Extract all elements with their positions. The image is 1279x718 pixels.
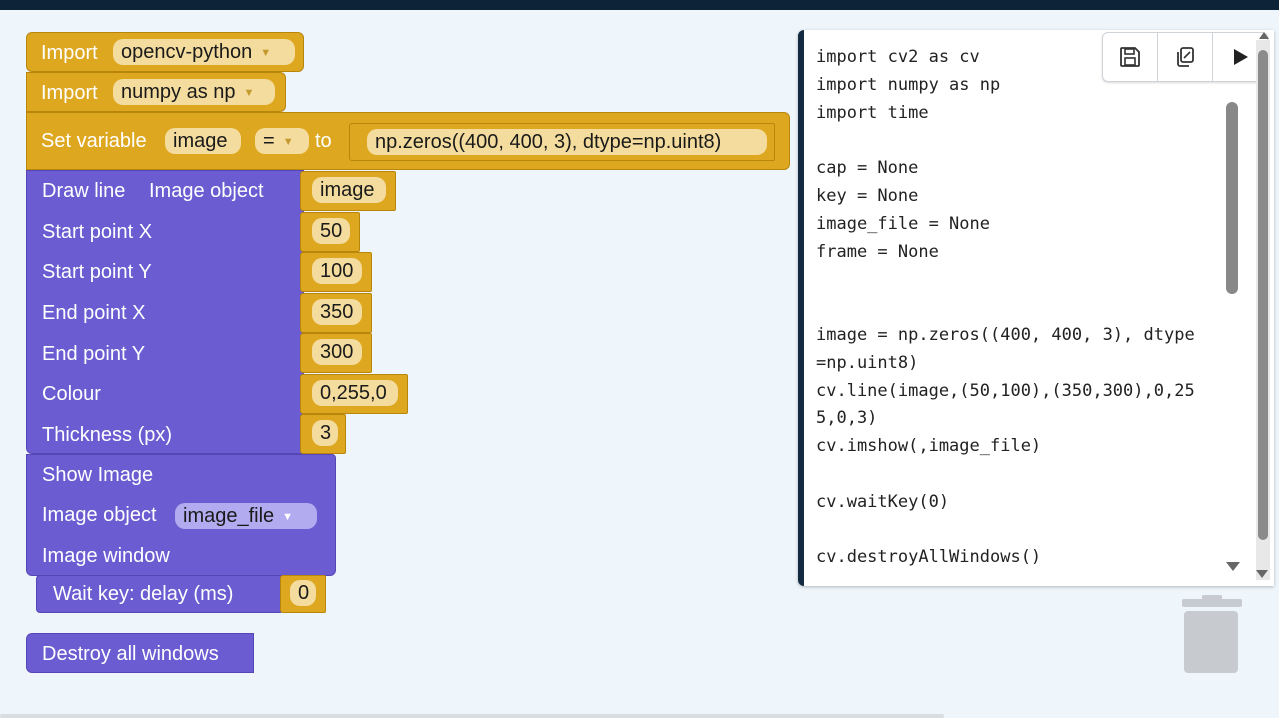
draw-line-block[interactable]: Draw line Image object Start point X Sta… (26, 170, 304, 454)
end-y-label: End point Y (42, 343, 146, 365)
thickness-field[interactable]: 3 (312, 420, 338, 446)
top-bar (0, 0, 1279, 10)
variable-name-field[interactable]: image (165, 128, 241, 154)
thickness-label: Thickness (px) (42, 424, 173, 446)
panel-scroll-down-icon[interactable] (1256, 570, 1268, 578)
dropdown-arrow-icon: ▼ (282, 136, 294, 148)
destroy-windows-block[interactable]: Destroy all windows (26, 633, 254, 673)
start-y-field[interactable]: 100 (312, 258, 362, 284)
start-x-label: Start point X (42, 221, 153, 243)
expression-field[interactable]: np.zeros((400, 400, 3), dtype=np.uint8) (367, 129, 767, 155)
start-x-field[interactable]: 50 (312, 218, 350, 244)
blockly-workspace[interactable]: Import opencv-python ▼ Import numpy as np… (0, 10, 1279, 718)
wait-key-label: Wait key: delay (ms) (53, 583, 234, 605)
colour-label: Colour (42, 383, 101, 405)
copy-button[interactable] (1158, 33, 1213, 81)
code-toolbar (1102, 32, 1268, 82)
import-label: Import (41, 42, 98, 64)
show-image-title: Show Image (42, 464, 154, 486)
end-x-label: End point X (42, 302, 146, 324)
set-variable-block[interactable]: Set variable image = ▼ to np.zeros((400, … (26, 112, 790, 170)
destroy-windows-label: Destroy all windows (42, 643, 219, 665)
dropdown-arrow-icon: ▼ (260, 47, 272, 59)
dropdown-arrow-icon: ▼ (243, 87, 255, 99)
image-object-dropdown[interactable]: image_file ▼ (175, 503, 317, 529)
generated-code: import cv2 as cv import numpy as np impo… (816, 47, 1195, 568)
start-y-label: Start point Y (42, 261, 152, 283)
panel-scroll-up-icon[interactable] (1259, 32, 1269, 39)
to-label: to (315, 130, 332, 152)
import-block-opencv[interactable]: Import opencv-python ▼ (26, 32, 304, 72)
end-y-field[interactable]: 300 (312, 339, 362, 365)
wait-key-field[interactable]: 0 (290, 580, 316, 606)
horizontal-scrollbar[interactable] (0, 714, 944, 718)
wait-key-block[interactable]: Wait key: delay (ms) (36, 575, 284, 613)
set-variable-label: Set variable (41, 130, 147, 152)
panel-scrollbar-thumb[interactable] (1258, 50, 1268, 540)
import-block-numpy[interactable]: Import numpy as np ▼ (26, 72, 286, 112)
code-scrollbar-thumb[interactable] (1226, 102, 1238, 294)
copy-icon (1177, 47, 1194, 67)
trash-icon[interactable] (1180, 595, 1246, 685)
colour-field[interactable]: 0,255,0 (312, 380, 398, 406)
import-module-dropdown[interactable]: numpy as np ▼ (113, 79, 275, 105)
import-module-dropdown[interactable]: opencv-python ▼ (113, 39, 295, 65)
image-object-label: Image object (42, 504, 157, 526)
play-icon (1234, 49, 1248, 65)
save-icon (1120, 47, 1140, 67)
save-button[interactable] (1103, 33, 1158, 81)
dropdown-arrow-icon: ▼ (282, 511, 294, 523)
show-image-block[interactable]: Show Image Image object image_file ▼ Imag… (26, 454, 336, 576)
operator-dropdown[interactable]: = ▼ (255, 128, 309, 154)
draw-line-title: Draw line (42, 180, 126, 202)
import-label: Import (41, 82, 98, 104)
image-object-label: Image object (149, 180, 264, 202)
image-window-label: Image window (42, 545, 170, 567)
end-x-field[interactable]: 350 (312, 299, 362, 325)
image-object-field[interactable]: image (312, 177, 386, 203)
code-scroll-down-icon[interactable] (1226, 562, 1240, 571)
code-preview-panel: import cv2 as cv import numpy as np impo… (798, 30, 1274, 586)
